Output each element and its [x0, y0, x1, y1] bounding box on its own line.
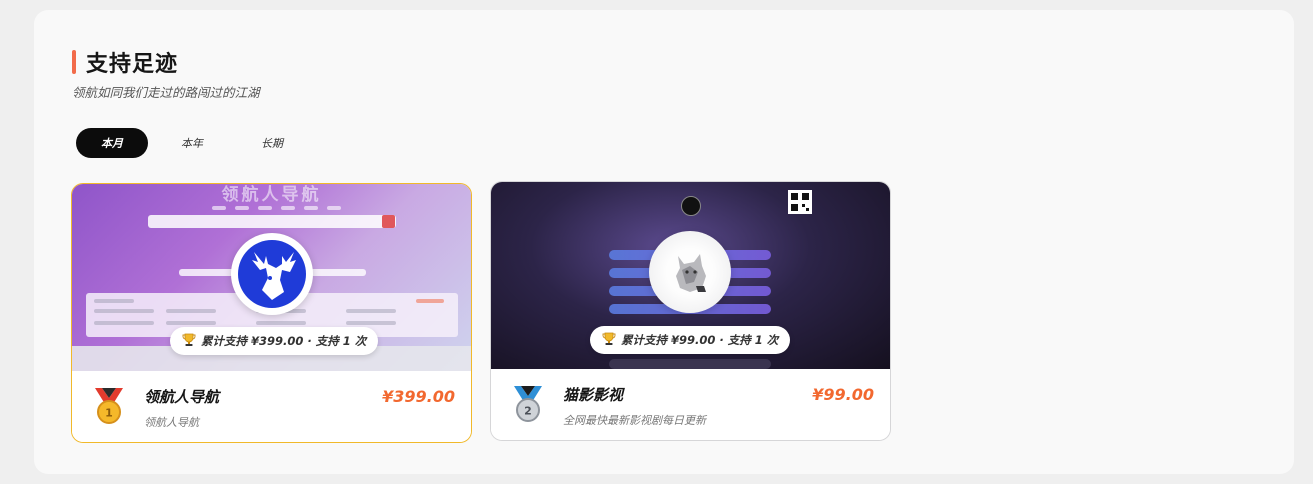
tab-this-month[interactable]: 本月	[76, 128, 148, 158]
banner-qr-code	[788, 190, 812, 214]
cat-sculpture-icon	[676, 254, 706, 292]
tab-this-year[interactable]: 本年	[156, 128, 228, 158]
supporter-card-2[interactable]: 累计支持 ¥99.00 · 支持 1 次 2 猫影影视 全网最快最新影视剧每日更…	[490, 181, 891, 441]
trophy-icon	[602, 332, 616, 349]
support-amount: ¥399.00	[382, 387, 455, 406]
supporter-name: 猫影影视	[563, 386, 624, 404]
card-info: 1 领航人导航 领航人导航 ¥399.00	[72, 371, 471, 442]
tab-long-term[interactable]: 长期	[236, 128, 308, 158]
section-subtitle: 领航如同我们走过的路闯过的江湖	[72, 85, 260, 100]
site-screenshot-banner: 累计支持 ¥99.00 · 支持 1 次	[491, 182, 890, 369]
site-screenshot-banner: 领航人导航 累计支持 ¥399.00 · 支持 1 次	[72, 184, 471, 371]
section-title: 支持足迹	[86, 52, 179, 77]
support-summary-pill: 累计支持 ¥399.00 · 支持 1 次	[170, 327, 379, 355]
supporter-name: 领航人导航	[144, 388, 220, 406]
banner-link-row	[609, 359, 771, 369]
trophy-icon	[182, 333, 196, 350]
supporter-description: 全网最快最新影视剧每日更新	[563, 414, 706, 427]
silver-medal-icon: 2	[511, 384, 545, 424]
banner-search-button	[382, 215, 395, 228]
support-footprint-panel: 支持足迹 领航如同我们走过的路闯过的江湖 本月 本年 长期 领航人导航 累计支持…	[34, 10, 1294, 474]
svg-text:1: 1	[105, 407, 113, 420]
section-header: 支持足迹	[72, 46, 178, 78]
supporter-card-1[interactable]: 领航人导航 累计支持 ¥399.00 · 支持 1 次 1 领航人导航 领航人导…	[71, 183, 472, 443]
site-logo	[231, 233, 313, 315]
title-accent-bar	[72, 50, 76, 74]
banner-avatar	[681, 196, 701, 216]
svg-text:2: 2	[524, 405, 532, 418]
support-amount: ¥99.00	[812, 385, 874, 404]
support-summary-pill: 累计支持 ¥99.00 · 支持 1 次	[590, 326, 791, 354]
banner-site-title: 领航人导航	[221, 185, 322, 205]
deer-logo-icon	[238, 240, 306, 308]
gold-medal-icon: 1	[92, 386, 126, 426]
support-summary-text: 累计支持 ¥399.00 · 支持 1 次	[201, 334, 367, 348]
banner-nav	[212, 206, 350, 210]
banner-search-bar	[148, 215, 396, 228]
site-logo	[649, 231, 731, 313]
period-tabs: 本月 本年 长期	[76, 128, 316, 158]
supporter-description: 领航人导航	[144, 416, 199, 429]
support-summary-text: 累计支持 ¥99.00 · 支持 1 次	[621, 333, 779, 347]
card-info: 2 猫影影视 全网最快最新影视剧每日更新 ¥99.00	[491, 369, 890, 440]
